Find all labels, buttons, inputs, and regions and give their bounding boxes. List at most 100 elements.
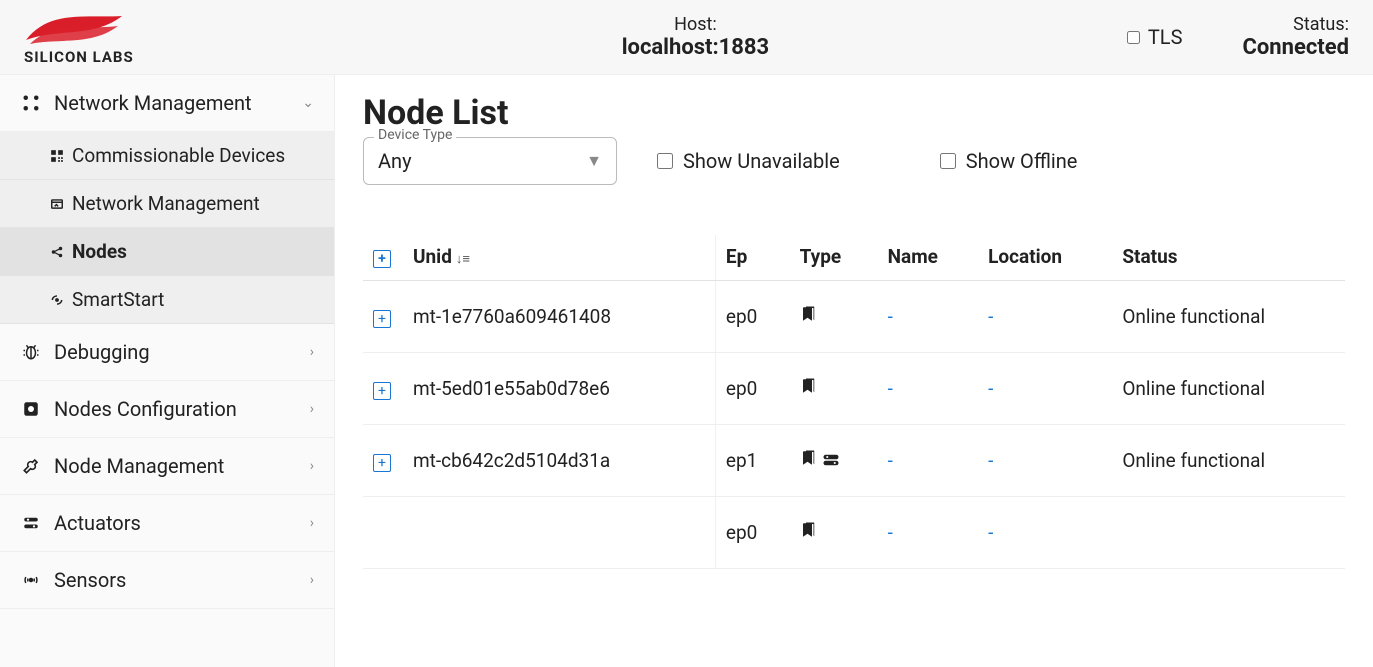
bookmark-icon: [800, 521, 818, 544]
chevron-right-icon: ›: [310, 572, 314, 588]
sidebar-sub-smartstart[interactable]: SmartStart: [0, 276, 334, 324]
col-expand-all[interactable]: +: [363, 235, 403, 281]
show-unavailable-checkbox[interactable]: [657, 153, 673, 169]
tls-toggle[interactable]: TLS: [1067, 25, 1243, 49]
sidebar-sub-network-management[interactable]: Network Management: [0, 180, 334, 228]
expand-row-button[interactable]: +: [373, 454, 391, 472]
cell-type: [790, 353, 878, 425]
col-name[interactable]: Name: [878, 235, 978, 281]
cell-name[interactable]: -: [878, 425, 978, 497]
bug-icon: [20, 343, 42, 361]
show-offline-checkbox[interactable]: [940, 153, 956, 169]
connection-status: Status: Connected: [1242, 14, 1349, 60]
network-icon: [20, 94, 42, 112]
show-unavailable-toggle[interactable]: Show Unavailable: [657, 149, 840, 173]
bookmark-icon: [800, 449, 818, 472]
show-offline-toggle[interactable]: Show Offline: [940, 149, 1078, 173]
cell-unid: mt-cb642c2d5104d31a: [403, 425, 715, 497]
cell-name[interactable]: -: [878, 497, 978, 569]
sidebar-item-debugging[interactable]: Debugging ›: [0, 324, 334, 381]
status-label: Status:: [1242, 14, 1349, 35]
chevron-down-icon: ⌄: [302, 95, 314, 111]
device-type-value: Any: [378, 149, 412, 173]
cell-ep: ep0: [715, 353, 789, 425]
sidebar-item-label: Sensors: [54, 568, 126, 592]
sidebar-item-label: Nodes: [72, 240, 127, 263]
table-row: ep0 --: [363, 497, 1345, 569]
sidebar-item-label: Node Management: [54, 454, 224, 478]
chevron-right-icon: ›: [310, 458, 314, 474]
table-row: +mt-5ed01e55ab0d78e6ep0--Online function…: [363, 353, 1345, 425]
show-unavailable-label: Show Unavailable: [683, 149, 840, 173]
device-type-select[interactable]: Device Type Any ▼: [363, 137, 617, 185]
cell-unid: mt-1e7760a609461408: [403, 281, 715, 353]
cell-name[interactable]: -: [878, 353, 978, 425]
cell-status: Online functional: [1112, 425, 1345, 497]
chevron-right-icon: ›: [310, 401, 314, 417]
tls-checkbox[interactable]: [1127, 31, 1140, 44]
nodes-icon: [48, 245, 66, 259]
brand-logo: SILICON LABS: [24, 10, 324, 65]
cell-location[interactable]: -: [978, 353, 1112, 425]
bookmark-icon: [800, 377, 818, 400]
tls-label: TLS: [1148, 25, 1183, 49]
silicon-labs-logo-icon: [24, 10, 124, 50]
sidebar-item-label: Actuators: [54, 511, 141, 535]
sidebar-item-label: Debugging: [54, 340, 150, 364]
window-icon: [48, 197, 66, 211]
chevron-right-icon: ›: [310, 515, 314, 531]
col-type[interactable]: Type: [790, 235, 878, 281]
col-status[interactable]: Status: [1112, 235, 1345, 281]
device-type-legend: Device Type: [374, 127, 456, 143]
sidebar-item-label: Network Management: [72, 192, 260, 215]
cell-location[interactable]: -: [978, 281, 1112, 353]
host-info: Host: localhost:1883: [324, 14, 1067, 61]
wrench-icon: [20, 457, 42, 475]
cell-ep: ep1: [715, 425, 789, 497]
dropdown-caret-icon: ▼: [586, 151, 602, 171]
topbar: SILICON LABS Host: localhost:1883 TLS St…: [0, 0, 1373, 75]
table-header-row: + Unid↓≡ Ep Type Name Location Status: [363, 235, 1345, 281]
cell-location[interactable]: -: [978, 497, 1112, 569]
cell-status: Online functional: [1112, 281, 1345, 353]
smartstart-icon: [48, 293, 66, 307]
cell-ep: ep0: [715, 497, 789, 569]
main-content: Node List Device Type Any ▼ Show Unavail…: [335, 75, 1373, 667]
sidebar-item-actuators[interactable]: Actuators ›: [0, 495, 334, 552]
sidebar-sub-commissionable-devices[interactable]: Commissionable Devices: [0, 132, 334, 180]
cell-type: [790, 281, 878, 353]
qr-icon: [48, 149, 66, 163]
sidebar-item-node-management[interactable]: Node Management ›: [0, 438, 334, 495]
sidebar-item-network-management[interactable]: Network Management ⌄: [0, 75, 334, 132]
col-ep[interactable]: Ep: [715, 235, 789, 281]
sidebar-sub-nodes[interactable]: Nodes: [0, 228, 334, 276]
cell-unid: mt-5ed01e55ab0d78e6: [403, 353, 715, 425]
chevron-right-icon: ›: [310, 344, 314, 360]
cell-ep: ep0: [715, 281, 789, 353]
cell-type: [790, 497, 878, 569]
cell-location[interactable]: -: [978, 425, 1112, 497]
col-location[interactable]: Location: [978, 235, 1112, 281]
show-offline-label: Show Offline: [966, 149, 1078, 173]
sidebar-item-label: Nodes Configuration: [54, 397, 237, 421]
sidebar-item-label: SmartStart: [72, 288, 164, 311]
col-unid[interactable]: Unid↓≡: [403, 235, 715, 281]
toggle-icon: [822, 449, 840, 472]
sidebar-item-nodes-configuration[interactable]: Nodes Configuration ›: [0, 381, 334, 438]
sidebar-item-sensors[interactable]: Sensors ›: [0, 552, 334, 609]
host-label: Host:: [324, 14, 1067, 36]
sensor-icon: [20, 571, 42, 589]
cell-unid: [403, 497, 715, 569]
bookmark-icon: [800, 305, 818, 328]
cell-name[interactable]: -: [878, 281, 978, 353]
sort-icon: ↓≡: [456, 252, 470, 267]
sidebar-item-label: Commissionable Devices: [72, 144, 285, 167]
filter-row: Device Type Any ▼ Show Unavailable Show …: [363, 137, 1345, 185]
expand-row-button[interactable]: +: [373, 382, 391, 400]
table-row: +mt-1e7760a609461408ep0--Online function…: [363, 281, 1345, 353]
expand-row-button[interactable]: +: [373, 310, 391, 328]
cell-status: [1112, 497, 1345, 569]
status-value: Connected: [1242, 35, 1349, 60]
cell-status: Online functional: [1112, 353, 1345, 425]
actuator-icon: [20, 514, 42, 532]
